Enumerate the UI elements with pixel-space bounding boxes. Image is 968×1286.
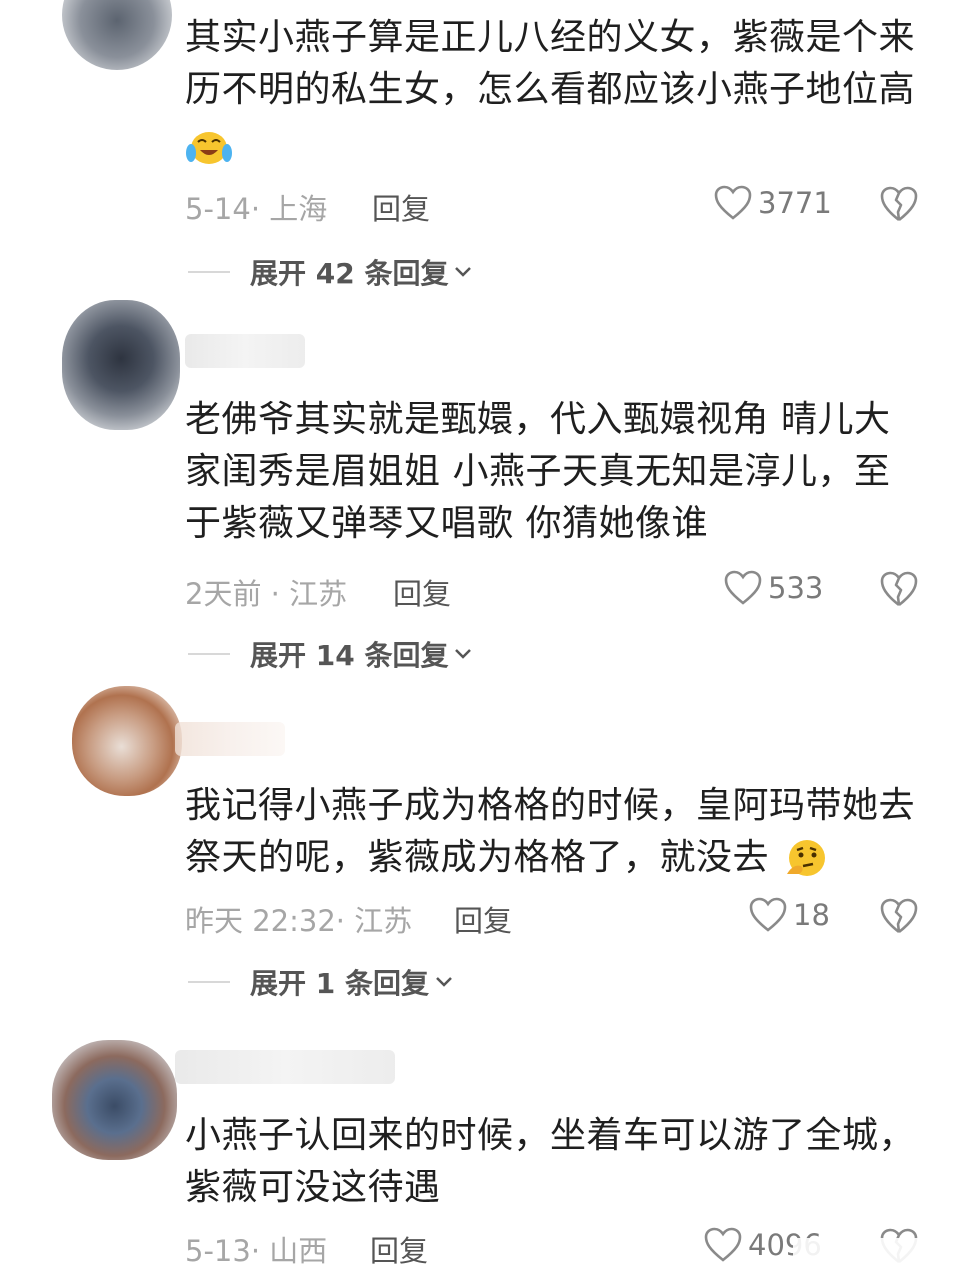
expand-replies-button[interactable]: 展开 1 条回复 [188, 962, 455, 1002]
comment-meta: 5-14· 上海 [185, 192, 328, 226]
divider-line [188, 271, 230, 273]
broken-heart-icon[interactable] [879, 184, 919, 224]
expand-label: 展开 1 条回复 [250, 967, 429, 1000]
comment-text-content: 其实小燕子算是正儿八经的义女，紫薇是个来历不明的私生女，怎么看都应该小燕子地位高 [185, 17, 916, 110]
comment-text: 其实小燕子算是正儿八经的义女，紫薇是个来历不明的私生女，怎么看都应该小燕子地位高 [185, 12, 925, 122]
comment-text: 我记得小燕子成为格格的时候，皇阿玛带她去祭天的呢，紫薇成为格格了，就没去 [185, 780, 925, 890]
heart-icon [724, 570, 762, 605]
comment-text: 小燕子认回来的时候，坐着车可以游了全城，紫薇可没这待遇 [185, 1110, 925, 1220]
expand-replies-button[interactable]: 展开 14 条回复 [188, 634, 474, 674]
thinking-emoji-icon [786, 840, 825, 876]
comment-meta: 2天前 · 江苏 [185, 577, 348, 611]
avatar[interactable] [72, 686, 182, 796]
expand-label: 展开 14 条回复 [250, 639, 449, 672]
divider-line [188, 653, 230, 655]
expand-label: 展开 42 条回复 [250, 257, 449, 290]
avatar[interactable] [62, 300, 180, 430]
reply-button[interactable]: 回复 [372, 186, 430, 228]
heart-icon [704, 1227, 742, 1262]
reply-button[interactable]: 回复 [393, 571, 451, 613]
watermark-overlay [793, 1238, 968, 1286]
heart-icon [749, 897, 787, 932]
broken-heart-icon[interactable] [879, 896, 919, 936]
reply-button[interactable]: 回复 [370, 1228, 428, 1270]
avatar[interactable] [62, 0, 172, 70]
avatar[interactable] [52, 1040, 177, 1160]
expand-replies-button[interactable]: 展开 42 条回复 [188, 252, 474, 292]
username [175, 722, 285, 756]
chevron-down-icon [455, 649, 472, 659]
laugh-cry-emoji-icon [186, 132, 232, 164]
like-button[interactable]: 18 [749, 897, 830, 933]
heart-icon [714, 185, 752, 220]
comment-text-content: 小燕子认回来的时候，坐着车可以游了全城，紫薇可没这待遇 [185, 1115, 916, 1208]
like-count: 3771 [758, 186, 832, 220]
username [185, 334, 305, 368]
like-count: 533 [768, 571, 824, 605]
like-button[interactable]: 3771 [714, 185, 832, 221]
broken-heart-icon[interactable] [879, 569, 919, 609]
comment-text: 老佛爷其实就是甄嬛，代入甄嬛视角 晴儿大家闺秀是眉姐姐 小燕子天真无知是淳儿，至… [185, 394, 925, 554]
comment-meta: 昨天 22:32· 江苏 [185, 904, 413, 938]
like-count: 18 [793, 898, 830, 932]
divider-line [188, 981, 230, 983]
like-button[interactable]: 533 [724, 570, 823, 606]
comment-meta: 5-13· 山西 [185, 1234, 328, 1268]
comment-text-content: 老佛爷其实就是甄嬛，代入甄嬛视角 晴儿大家闺秀是眉姐姐 小燕子天真无知是淳儿，至… [185, 399, 891, 544]
chevron-down-icon [455, 267, 472, 277]
reply-button[interactable]: 回复 [454, 898, 512, 940]
username [175, 1050, 395, 1084]
chevron-down-icon [436, 977, 452, 987]
